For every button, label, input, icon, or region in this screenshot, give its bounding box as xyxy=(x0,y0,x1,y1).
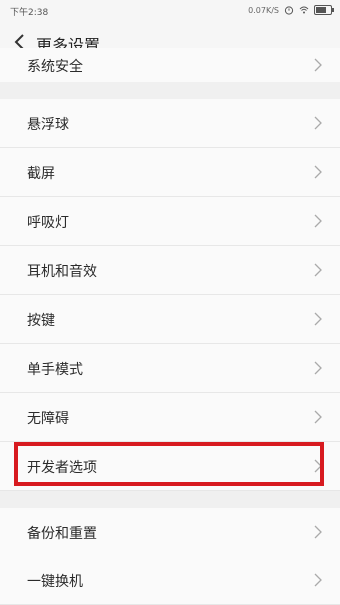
section-gap xyxy=(0,82,340,100)
settings-item-label: 一键换机 xyxy=(27,574,83,590)
settings-item-label: 系统安全 xyxy=(27,59,83,75)
settings-item-breathing-light[interactable]: 呼吸灯 xyxy=(0,197,340,246)
settings-item-system-security[interactable]: 系统安全 xyxy=(0,48,340,83)
settings-item-one-handed-mode[interactable]: 单手模式 xyxy=(0,344,340,393)
chevron-right-icon xyxy=(314,312,322,326)
settings-item-headphones-audio[interactable]: 耳机和音效 xyxy=(0,246,340,295)
battery-icon xyxy=(314,5,334,15)
settings-item-label: 呼吸灯 xyxy=(27,215,69,231)
section-gap xyxy=(0,491,340,509)
settings-item-floating-ball[interactable]: 悬浮球 xyxy=(0,99,340,148)
settings-item-label: 截屏 xyxy=(27,166,55,182)
alarm-icon xyxy=(284,6,294,15)
settings-item-label: 单手模式 xyxy=(27,362,83,378)
chevron-right-icon xyxy=(314,58,322,72)
chevron-right-icon xyxy=(314,214,322,228)
settings-item-label: 备份和重置 xyxy=(27,526,97,542)
settings-item-label: 悬浮球 xyxy=(27,117,69,133)
settings-item-label: 开发者选项 xyxy=(27,460,97,476)
settings-item-phone-transfer[interactable]: 一键换机 xyxy=(0,556,340,605)
settings-item-backup-reset[interactable]: 备份和重置 xyxy=(0,508,340,557)
chevron-right-icon xyxy=(314,165,322,179)
settings-item-label: 耳机和音效 xyxy=(27,264,97,280)
status-icons: 0.07K/S xyxy=(248,5,334,15)
status-bar: 下午2:38 0.07K/S xyxy=(0,0,340,22)
settings-item-label: 无障碍 xyxy=(27,411,69,427)
chevron-right-icon xyxy=(314,525,322,539)
settings-item-accessibility[interactable]: 无障碍 xyxy=(0,393,340,442)
network-speed: 0.07K/S xyxy=(248,5,279,15)
settings-item-screenshot[interactable]: 截屏 xyxy=(0,148,340,197)
chevron-right-icon xyxy=(314,573,322,587)
chevron-left-icon xyxy=(14,34,24,50)
wifi-icon xyxy=(299,6,309,14)
chevron-right-icon xyxy=(314,263,322,277)
chevron-right-icon xyxy=(314,410,322,424)
settings-item-label: 按键 xyxy=(27,313,55,329)
chevron-right-icon xyxy=(314,361,322,375)
chevron-right-icon xyxy=(314,459,322,473)
settings-item-developer-options[interactable]: 开发者选项 xyxy=(0,442,340,491)
status-time: 下午2:38 xyxy=(10,8,49,18)
chevron-right-icon xyxy=(314,116,322,130)
settings-item-buttons[interactable]: 按键 xyxy=(0,295,340,344)
